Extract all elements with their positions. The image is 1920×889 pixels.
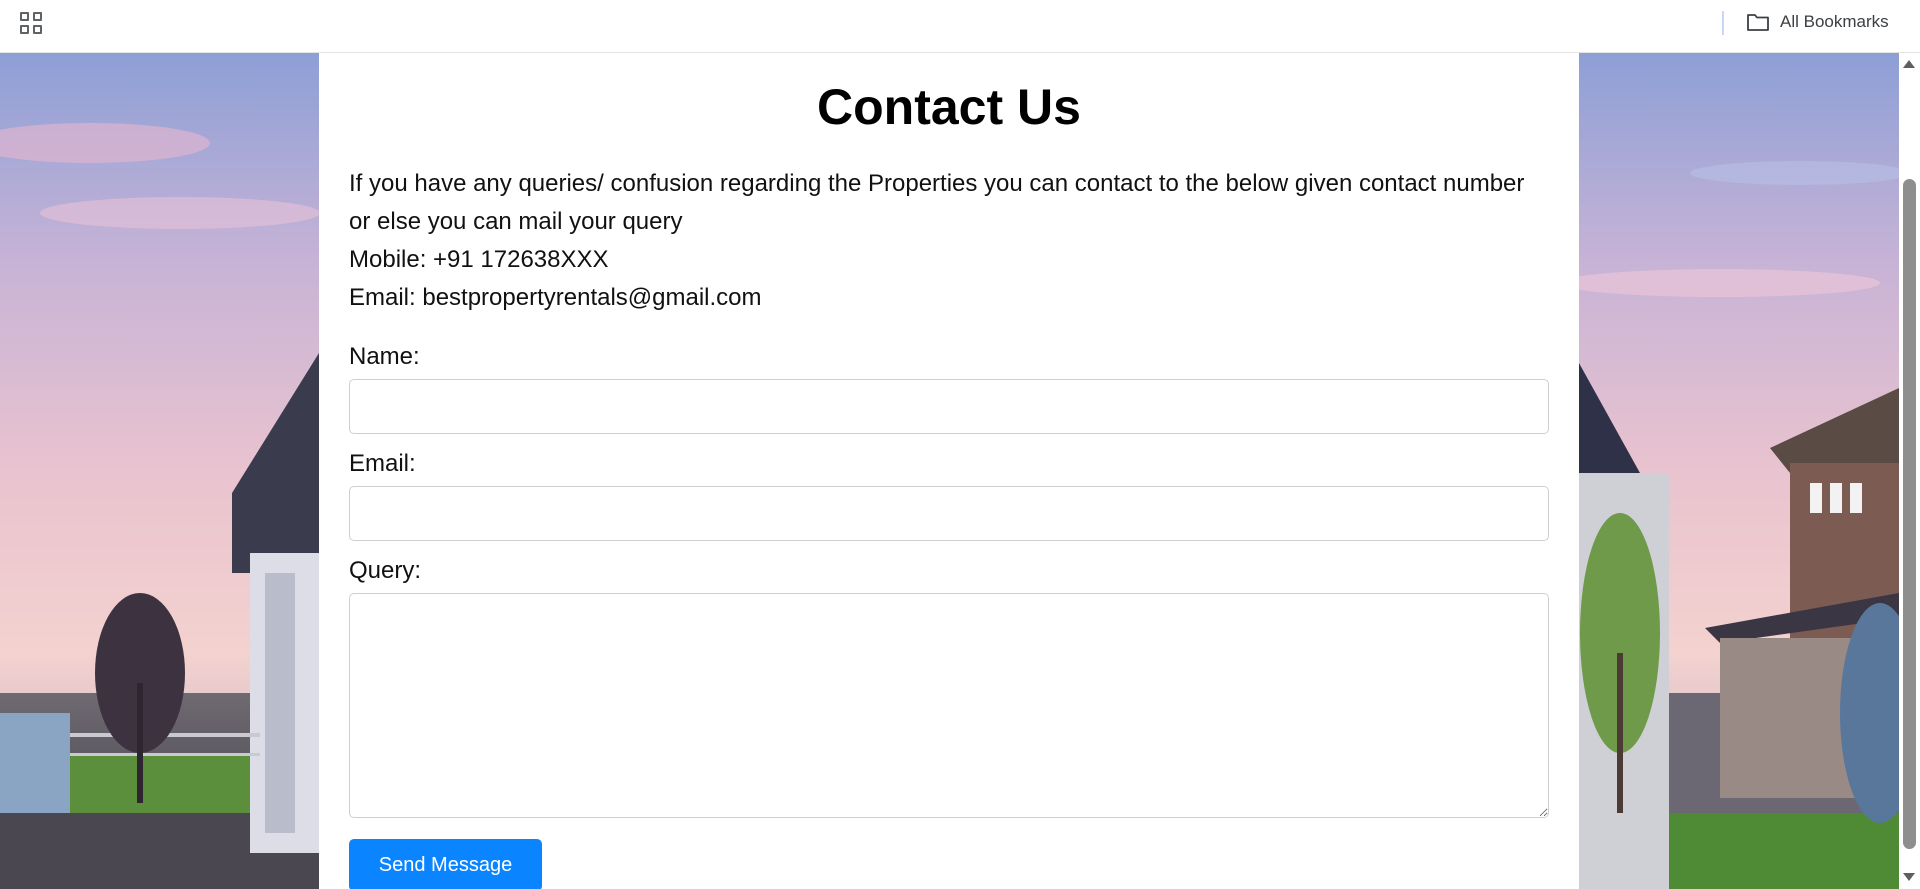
page-scrollbar[interactable]	[1899, 53, 1920, 889]
query-label: Query:	[349, 557, 422, 584]
page-title: Contact Us	[817, 79, 1081, 135]
name-label: Name:	[349, 343, 420, 370]
mobile-number: Mobile: +91 172638XXX	[349, 246, 609, 273]
email-label: Email:	[349, 450, 416, 477]
page-viewport: Contact Us If you have any queries/ conf…	[0, 53, 1899, 889]
intro-text: If you have any queries/ confusion regar…	[349, 170, 1525, 235]
scroll-up-arrow-icon[interactable]	[1903, 60, 1915, 68]
contact-intro: If you have any queries/ confusion regar…	[349, 165, 1549, 317]
all-bookmarks-button[interactable]: All Bookmarks	[1746, 9, 1889, 35]
send-message-button[interactable]: Send Message	[349, 839, 542, 889]
name-input[interactable]	[349, 379, 1549, 434]
scroll-down-arrow-icon[interactable]	[1903, 873, 1915, 881]
contact-form: Name: Email: Query: Send Message	[349, 343, 1549, 889]
contact-panel: Contact Us If you have any queries/ conf…	[319, 53, 1579, 889]
scroll-thumb[interactable]	[1903, 179, 1916, 849]
apps-grid-icon[interactable]	[20, 12, 42, 34]
bookmarks-bar: All Bookmarks	[0, 0, 1920, 53]
query-textarea[interactable]	[349, 593, 1549, 818]
email-input[interactable]	[349, 486, 1549, 541]
email-address: Email: bestpropertyrentals@gmail.com	[349, 284, 762, 311]
bookmarks-divider	[1722, 11, 1724, 35]
all-bookmarks-label: All Bookmarks	[1780, 12, 1889, 31]
folder-icon	[1747, 14, 1769, 31]
